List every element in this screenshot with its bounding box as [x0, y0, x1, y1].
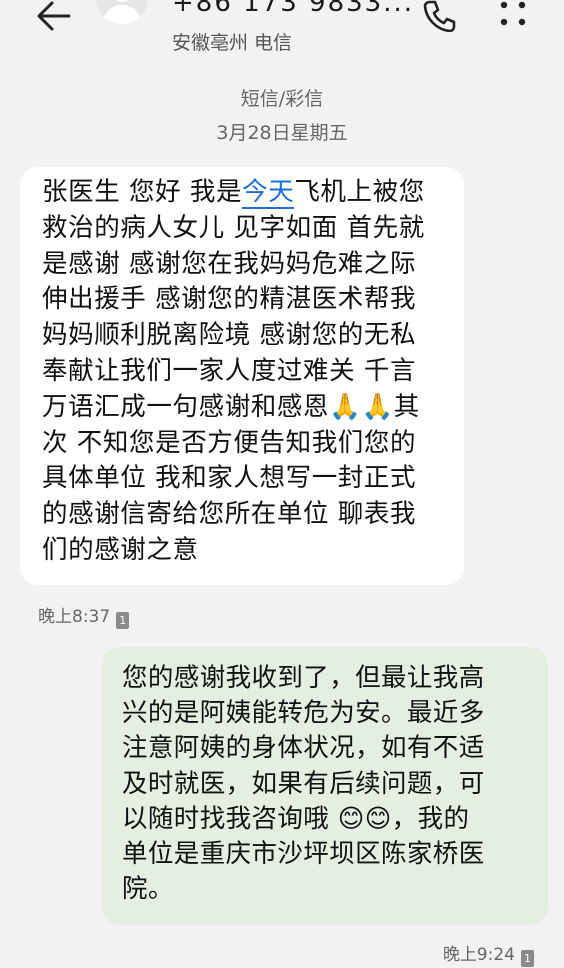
message-text-segment: 张医生 您好 我是: [42, 177, 243, 207]
person-icon: [102, 0, 142, 24]
thread-date: 3月28日星期五: [216, 122, 348, 144]
incoming-message-bubble[interactable]: 张医生 您好 我是今天飞机上被您 救治的病人女儿 见字如面 首先就 是感谢 感谢…: [20, 167, 464, 585]
more-vertical-icon[interactable]: [498, 0, 528, 30]
incoming-message-text: 张医生 您好 我是今天飞机上被您 救治的病人女儿 见字如面 首先就 是感谢 感谢…: [42, 175, 446, 569]
message-time: 晚上9:24: [442, 945, 515, 965]
outgoing-message-bubble[interactable]: 您的感谢我收到了，但最让我高 兴的是阿姨能转危为安。最近多 注意阿姨的身体状况，…: [102, 647, 548, 925]
outgoing-message-meta: 晚上9:24 1: [443, 940, 534, 967]
phone-icon[interactable]: [422, 0, 456, 32]
conversation-header: +86 173 9833... 安徽亳州 电信: [0, 0, 564, 70]
outgoing-message-text: 您的感谢我收到了，但最让我高 兴的是阿姨能转危为安。最近多 注意阿姨的身体状况，…: [122, 663, 485, 905]
sim-card-badge: 1: [116, 612, 130, 629]
message-text-segment: 飞机上被您 救治的病人女儿 见字如面 首先就 是感谢 感谢您在我妈妈危难之际 伸…: [42, 177, 425, 565]
incoming-message-meta: 晚上8:37 1: [38, 602, 130, 629]
sim-card-badge: 1: [521, 950, 534, 967]
message-time: 晚上8:37: [38, 607, 111, 627]
back-arrow-icon[interactable]: [36, 0, 72, 32]
contact-number[interactable]: +86 173 9833...: [172, 0, 414, 18]
contact-location: 安徽亳州 电信: [172, 32, 293, 54]
date-link[interactable]: 今天: [242, 177, 295, 209]
thread-type-label: 短信/彩信: [240, 88, 324, 110]
contact-avatar[interactable]: [96, 0, 148, 24]
